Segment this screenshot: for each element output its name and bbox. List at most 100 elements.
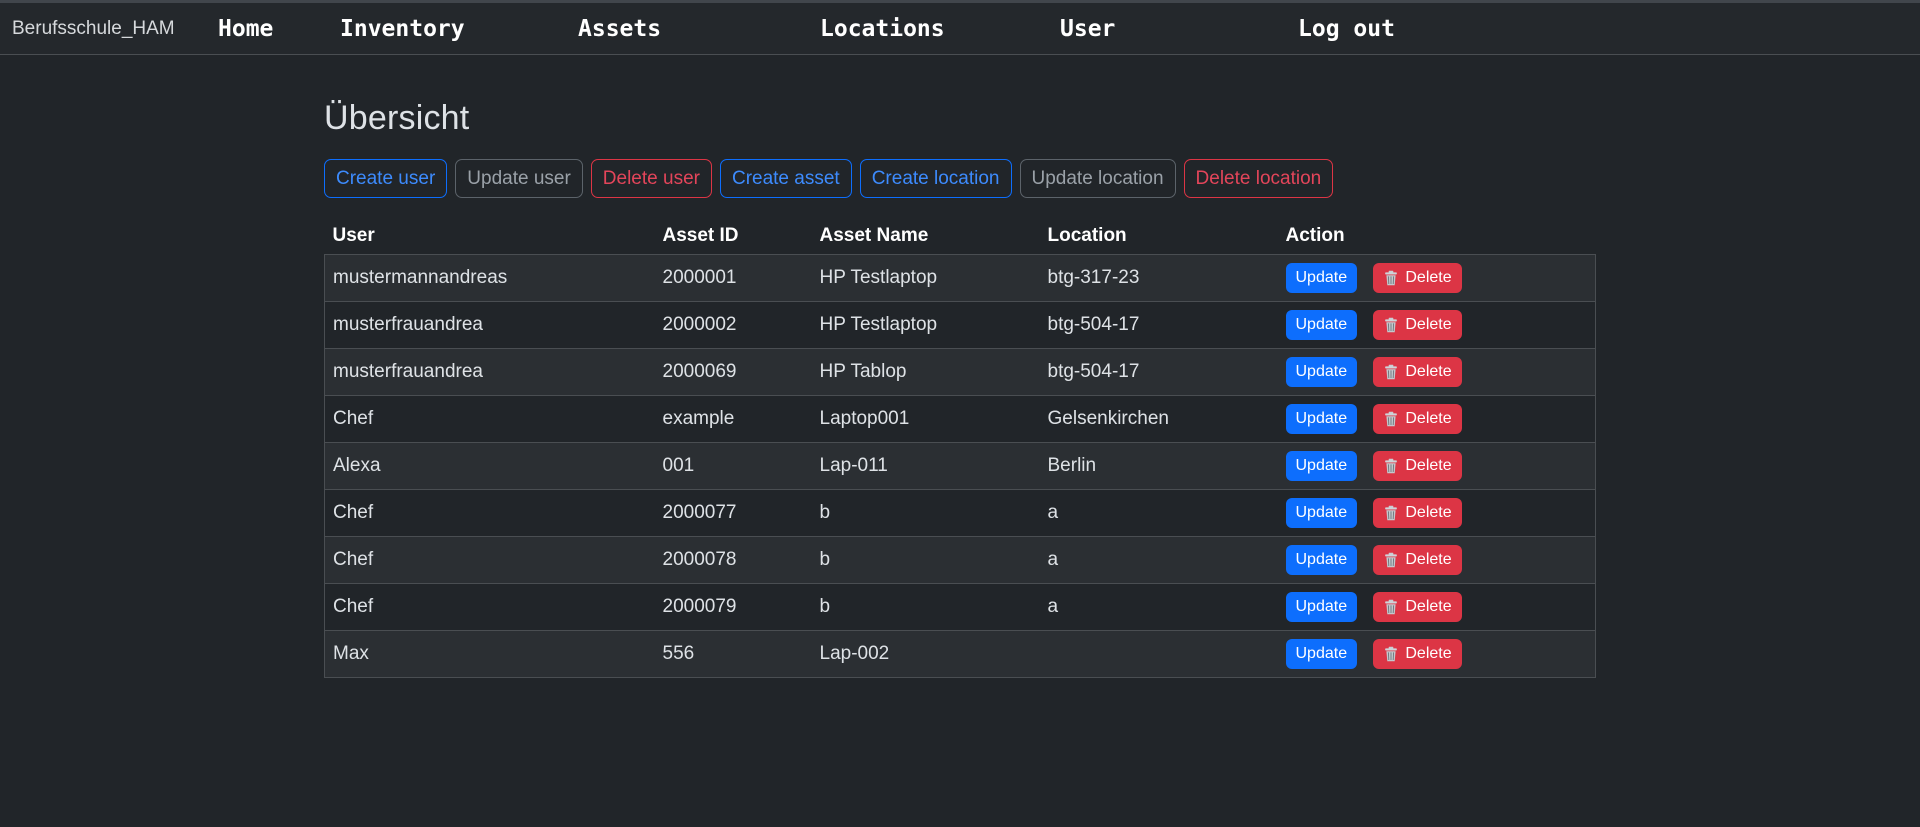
trash-icon — [1383, 505, 1399, 521]
cell-location: btg-317-23 — [1040, 254, 1278, 301]
update-button-label: Update — [1296, 408, 1348, 430]
delete-button-label: Delete — [1405, 267, 1451, 289]
update-row-button[interactable]: Update — [1286, 310, 1358, 340]
cell-user: Chef — [325, 536, 655, 583]
cell-action: Update Delete — [1278, 536, 1596, 583]
cell-asset-id: 2000079 — [655, 583, 812, 630]
table-row: mustermannandreas 2000001 HP Testlaptop … — [325, 254, 1596, 301]
cell-asset-id: 2000077 — [655, 489, 812, 536]
cell-user: Chef — [325, 583, 655, 630]
nav-item-user[interactable]: User — [1060, 16, 1115, 42]
page-title: Übersicht — [324, 99, 1596, 138]
cell-location — [1040, 630, 1278, 677]
col-header-asset-name: Asset Name — [812, 218, 1040, 254]
cell-action: Update Delete — [1278, 254, 1596, 301]
cell-action: Update Delete — [1278, 395, 1596, 442]
delete-row-button[interactable]: Delete — [1373, 357, 1461, 387]
create-user-button[interactable]: Create user — [324, 159, 447, 198]
trash-icon — [1383, 411, 1399, 427]
trash-icon — [1383, 458, 1399, 474]
table-row: Chef 2000079 b a Update Delete — [325, 583, 1596, 630]
update-row-button[interactable]: Update — [1286, 592, 1358, 622]
delete-button-label: Delete — [1405, 596, 1451, 618]
cell-user: musterfrauandrea — [325, 301, 655, 348]
cell-action: Update Delete — [1278, 489, 1596, 536]
delete-row-button[interactable]: Delete — [1373, 592, 1461, 622]
navbar: Berufsschule_HAM Home Inventory Assets Loca… — [0, 3, 1920, 55]
cell-location: a — [1040, 489, 1278, 536]
update-row-button[interactable]: Update — [1286, 639, 1358, 669]
delete-row-button[interactable]: Delete — [1373, 639, 1461, 669]
cell-asset-name: Lap-002 — [812, 630, 1040, 677]
delete-location-button[interactable]: Delete location — [1184, 159, 1334, 198]
table-row: musterfrauandrea 2000002 HP Testlaptop b… — [325, 301, 1596, 348]
trash-icon — [1383, 364, 1399, 380]
table-row: Chef 2000077 b a Update Delete — [325, 489, 1596, 536]
table-body: mustermannandreas 2000001 HP Testlaptop … — [325, 254, 1596, 677]
update-button-label: Update — [1296, 361, 1348, 383]
delete-row-button[interactable]: Delete — [1373, 310, 1461, 340]
cell-action: Update Delete — [1278, 583, 1596, 630]
cell-action: Update Delete — [1278, 630, 1596, 677]
toolbar: Create userUpdate userDelete userCreate … — [324, 159, 1596, 198]
update-row-button[interactable]: Update — [1286, 498, 1358, 528]
cell-user: Chef — [325, 395, 655, 442]
trash-icon — [1383, 646, 1399, 662]
cell-asset-id: 2000002 — [655, 301, 812, 348]
cell-asset-id: 2000078 — [655, 536, 812, 583]
delete-row-button[interactable]: Delete — [1373, 498, 1461, 528]
table-header: User Asset ID Asset Name Location Action — [325, 218, 1596, 254]
update-button-label: Update — [1296, 596, 1348, 618]
delete-button-label: Delete — [1405, 361, 1451, 383]
delete-button-label: Delete — [1405, 314, 1451, 336]
delete-button-label: Delete — [1405, 502, 1451, 524]
cell-user: musterfrauandrea — [325, 348, 655, 395]
nav-item-log-out[interactable]: Log out — [1298, 16, 1395, 42]
update-location-button[interactable]: Update location — [1020, 159, 1176, 198]
col-header-location: Location — [1040, 218, 1278, 254]
cell-action: Update Delete — [1278, 442, 1596, 489]
cell-asset-id: 556 — [655, 630, 812, 677]
delete-row-button[interactable]: Delete — [1373, 263, 1461, 293]
update-button-label: Update — [1296, 267, 1348, 289]
trash-icon — [1383, 317, 1399, 333]
update-button-label: Update — [1296, 549, 1348, 571]
update-button-label: Update — [1296, 314, 1348, 336]
cell-asset-name: Laptop001 — [812, 395, 1040, 442]
update-row-button[interactable]: Update — [1286, 451, 1358, 481]
delete-row-button[interactable]: Delete — [1373, 404, 1461, 434]
table-row: Alexa 001 Lap-011 Berlin Update Delete — [325, 442, 1596, 489]
navbar-brand[interactable]: Berufsschule_HAM — [12, 18, 175, 40]
update-row-button[interactable]: Update — [1286, 263, 1358, 293]
nav-item-assets[interactable]: Assets — [578, 16, 661, 42]
delete-button-label: Delete — [1405, 549, 1451, 571]
nav-item-inventory[interactable]: Inventory — [340, 16, 465, 42]
delete-row-button[interactable]: Delete — [1373, 545, 1461, 575]
delete-user-button[interactable]: Delete user — [591, 159, 712, 198]
cell-asset-name: HP Testlaptop — [812, 254, 1040, 301]
cell-location: a — [1040, 583, 1278, 630]
col-header-action: Action — [1278, 218, 1596, 254]
delete-button-label: Delete — [1405, 408, 1451, 430]
trash-icon — [1383, 270, 1399, 286]
nav-item-home[interactable]: Home — [218, 16, 273, 42]
nav-item-locations[interactable]: Locations — [820, 16, 945, 42]
cell-location: Gelsenkirchen — [1040, 395, 1278, 442]
cell-asset-name: b — [812, 536, 1040, 583]
cell-asset-id: 2000001 — [655, 254, 812, 301]
cell-user: Alexa — [325, 442, 655, 489]
cell-asset-id: example — [655, 395, 812, 442]
create-asset-button[interactable]: Create asset — [720, 159, 852, 198]
update-row-button[interactable]: Update — [1286, 545, 1358, 575]
cell-asset-id: 001 — [655, 442, 812, 489]
update-button-label: Update — [1296, 502, 1348, 524]
cell-location: btg-504-17 — [1040, 348, 1278, 395]
update-row-button[interactable]: Update — [1286, 404, 1358, 434]
create-location-button[interactable]: Create location — [860, 159, 1012, 198]
assets-table-wrap: User Asset ID Asset Name Location Action… — [324, 218, 1596, 678]
update-user-button[interactable]: Update user — [455, 159, 583, 198]
cell-location: a — [1040, 536, 1278, 583]
trash-icon — [1383, 552, 1399, 568]
update-row-button[interactable]: Update — [1286, 357, 1358, 387]
delete-row-button[interactable]: Delete — [1373, 451, 1461, 481]
